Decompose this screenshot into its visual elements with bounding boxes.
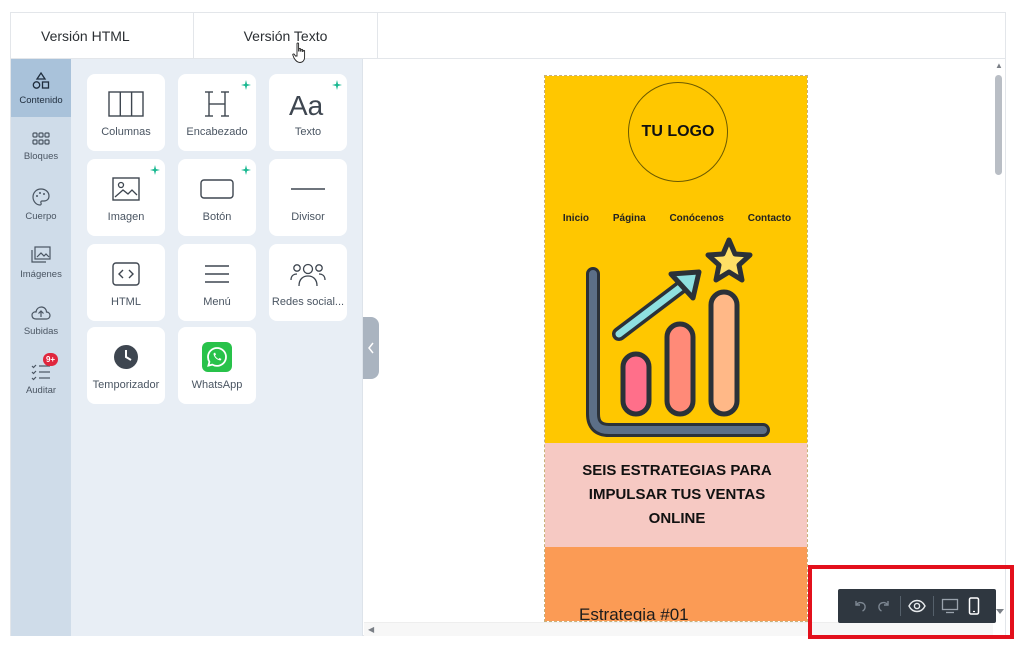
ai-sparkle-icon (241, 80, 251, 90)
editor-frame: Versión HTML Versión Texto Contenido Blo… (10, 12, 1006, 637)
email-canvas[interactable]: TU LOGO Inicio Página Conócenos Contacto (364, 59, 992, 622)
scroll-down-arrow[interactable] (996, 609, 1004, 615)
redo-icon (878, 601, 889, 612)
tool-label: Botón (202, 210, 232, 223)
audit-badge: 9+ (43, 353, 58, 366)
eye-icon (908, 599, 926, 613)
rail-item-contenido[interactable]: Contenido (11, 59, 71, 117)
tool-label: Columnas (101, 125, 151, 138)
tool-label: Encabezado (186, 125, 248, 138)
canvas-toolbar (838, 589, 996, 623)
ai-sparkle-icon (241, 165, 251, 175)
tool-label: Temporizador (92, 378, 160, 391)
rail-label: Contenido (19, 94, 63, 106)
clock-icon (114, 344, 138, 369)
scroll-left-arrow[interactable]: ◀ (368, 625, 374, 634)
rail-label: Auditar (25, 384, 57, 396)
tool-html[interactable]: HTML (87, 244, 165, 321)
image-icon (112, 176, 140, 201)
social-icon (290, 263, 326, 286)
tool-label: Menú (203, 295, 231, 308)
desktop-icon (941, 598, 959, 614)
tool-texto[interactable]: Aa Texto (269, 74, 347, 151)
rail-label: Cuerpo (25, 210, 57, 222)
logo-placeholder[interactable]: TU LOGO (628, 82, 728, 182)
tool-imagen[interactable]: Imagen (87, 159, 165, 236)
rail-label: Subidas (23, 325, 59, 337)
undo-button[interactable] (848, 594, 872, 618)
tool-label: Texto (294, 125, 322, 138)
toolbar-divider (933, 596, 934, 616)
scroll-up-arrow[interactable]: ▲ (995, 61, 1003, 70)
tab-html-version[interactable]: Versión HTML (11, 13, 194, 58)
palette-icon (32, 187, 50, 206)
tool-columnas[interactable]: Columnas (87, 74, 165, 151)
rail-label: Bloques (23, 150, 59, 162)
hand-cursor-icon (292, 42, 306, 63)
tool-label: Divisor (291, 210, 325, 223)
nav-item-contacto[interactable]: Contacto (748, 213, 791, 224)
svg-text:Aa: Aa (289, 90, 324, 119)
email-title-block[interactable]: SEIS ESTRATEGIAS PARA IMPULSAR TUS VENTA… (545, 443, 807, 547)
scrollbar-thumb[interactable] (995, 75, 1002, 175)
text-icon: Aa (289, 90, 324, 119)
email-preview[interactable]: TU LOGO Inicio Página Conócenos Contacto (544, 75, 808, 622)
nav-item-inicio[interactable]: Inicio (563, 213, 589, 224)
menu-icon (205, 264, 229, 283)
tab-text-version[interactable]: Versión Texto (194, 13, 378, 58)
content-tools-panel: Columnas Encabezado Aa Texto Imagen Botó… (71, 59, 363, 636)
version-tabs: Versión HTML Versión Texto (11, 13, 1005, 59)
nav-item-pagina[interactable]: Página (613, 213, 646, 224)
chevron-left-icon (368, 342, 374, 354)
ai-sparkle-icon (150, 165, 160, 175)
shapes-icon (32, 71, 50, 89)
tool-label: HTML (111, 295, 141, 308)
columns-icon (108, 90, 144, 117)
button-icon (200, 178, 234, 199)
mobile-icon (968, 597, 980, 615)
hero-section[interactable]: TU LOGO Inicio Página Conócenos Contacto (545, 76, 807, 443)
undo-icon (855, 601, 866, 612)
redo-button[interactable] (872, 594, 896, 618)
tool-label: WhatsApp (191, 378, 243, 391)
grid-icon (32, 131, 50, 145)
rail-item-subidas[interactable]: Subidas (11, 291, 71, 349)
rail-item-imagenes[interactable]: Imágenes (11, 233, 71, 291)
rail-item-auditar[interactable]: 9+ Auditar (11, 349, 71, 407)
toolbar-divider (900, 596, 901, 616)
images-icon (31, 245, 51, 263)
tool-redes-sociales[interactable]: Redes social... (269, 244, 347, 321)
panel-collapse-handle[interactable] (363, 317, 379, 379)
rail-item-cuerpo[interactable]: Cuerpo (11, 175, 71, 233)
strategy-section[interactable]: Estrategia #01 (545, 547, 807, 621)
preview-button[interactable] (905, 594, 929, 618)
tool-divisor[interactable]: Divisor (269, 159, 347, 236)
nav-item-conocenos[interactable]: Conócenos (669, 213, 723, 224)
sidebar-rail: Contenido Bloques Cuerpo Imágenes Subida… (11, 59, 71, 636)
tool-boton[interactable]: Botón (178, 159, 256, 236)
ai-sparkle-icon (332, 80, 342, 90)
strategy-heading[interactable]: Estrategia #01 (579, 605, 689, 621)
tool-temporizador[interactable]: Temporizador (87, 327, 165, 404)
desktop-view-button[interactable] (938, 594, 962, 618)
heading-icon (205, 90, 229, 117)
rail-item-bloques[interactable]: Bloques (11, 117, 71, 175)
mobile-view-button[interactable] (962, 594, 986, 618)
tool-encabezado[interactable]: Encabezado (178, 74, 256, 151)
tool-label: Redes social... (271, 295, 345, 308)
code-icon (112, 261, 140, 286)
growth-chart-illustration (586, 237, 770, 437)
email-nav-menu[interactable]: Inicio Página Conócenos Contacto (545, 213, 807, 224)
tool-label: Imagen (107, 210, 145, 223)
whatsapp-icon (202, 341, 232, 372)
rail-label: Imágenes (20, 268, 62, 280)
tool-menu[interactable]: Menú (178, 244, 256, 321)
divider-icon (291, 187, 325, 190)
cloud-upload-icon (31, 305, 51, 320)
tool-whatsapp[interactable]: WhatsApp (178, 327, 256, 404)
